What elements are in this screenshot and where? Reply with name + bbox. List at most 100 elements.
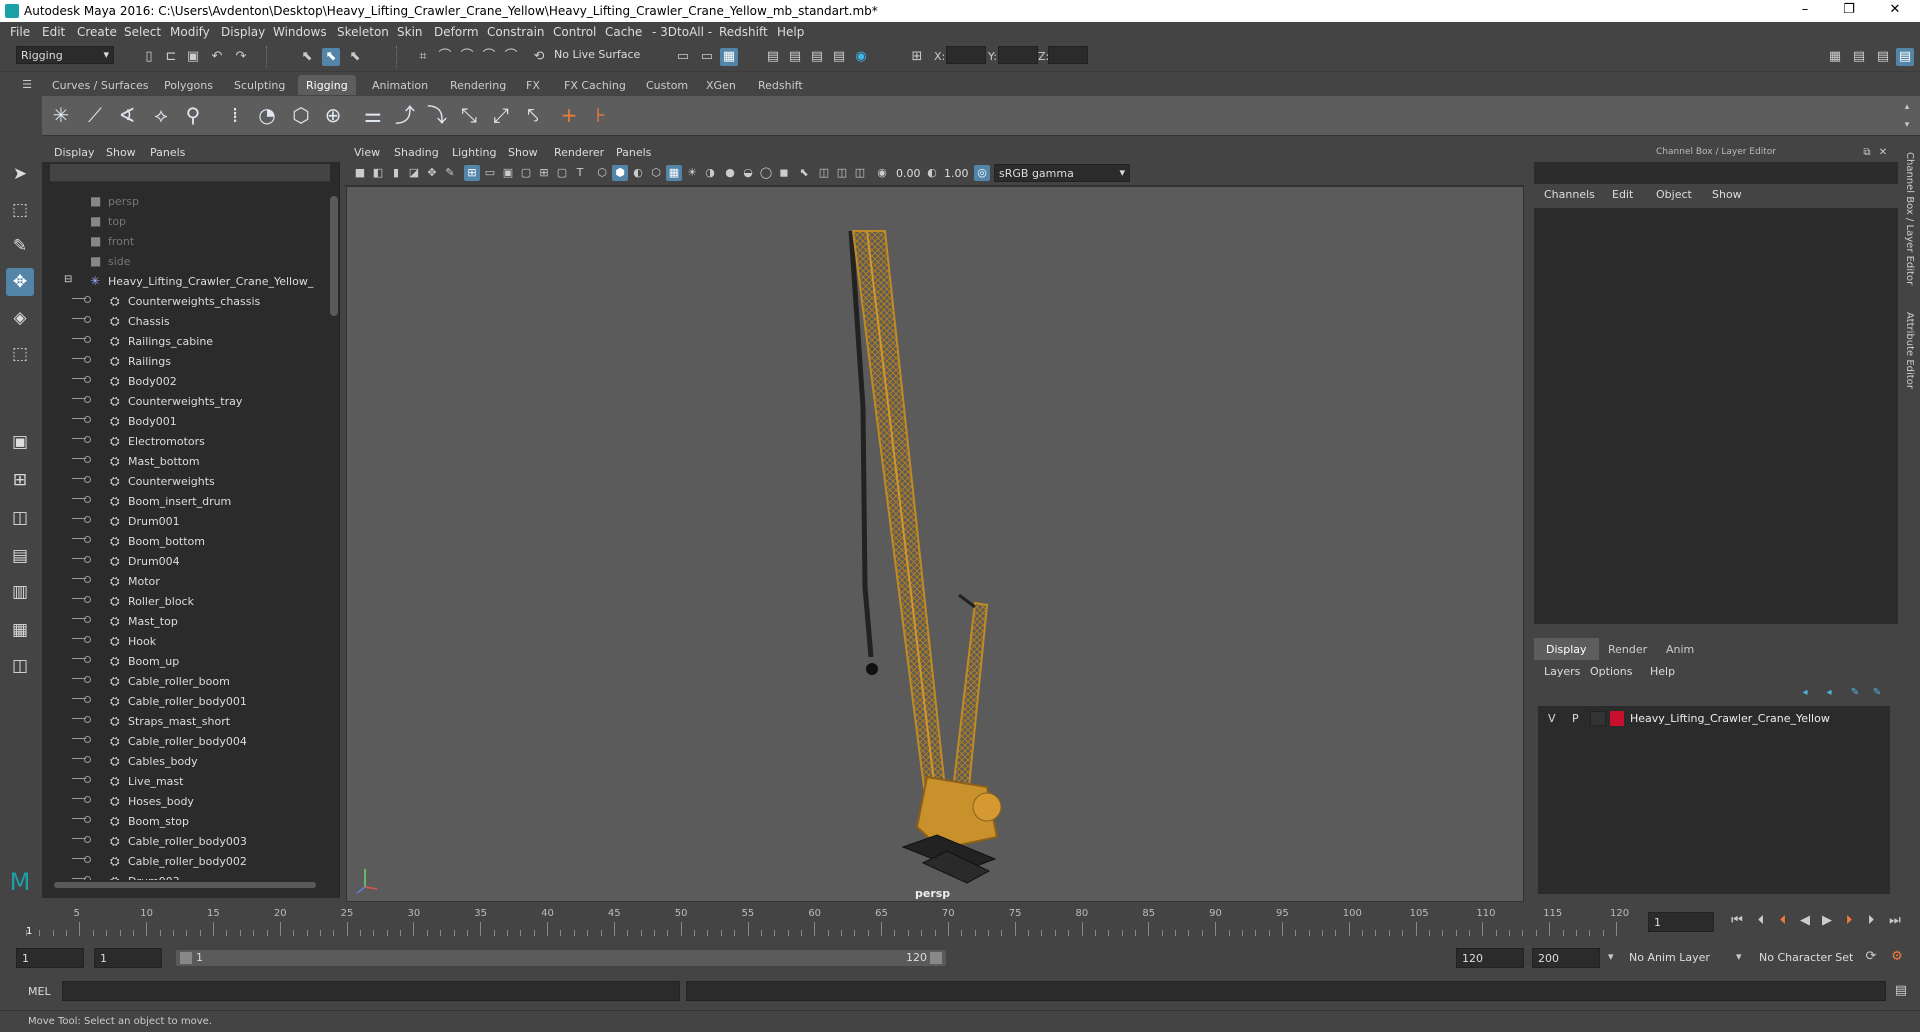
undo-icon[interactable]: ↶ [208, 48, 226, 66]
xray-joints-icon[interactable]: ◫ [834, 165, 850, 181]
render-view-icon[interactable]: ▤ [764, 48, 782, 66]
outliner-scroll-thumb[interactable] [330, 196, 338, 316]
outliner-menu-show[interactable]: Show [106, 146, 136, 159]
play-forwards-icon[interactable]: ▶ [1818, 912, 1836, 930]
menu-create[interactable]: Create [77, 25, 117, 39]
collapse-icon[interactable]: ⊟ [64, 274, 72, 285]
pole-vector-icon[interactable]: ⤣ [518, 100, 548, 130]
textured-icon[interactable]: ▦ [666, 165, 682, 181]
gamma-icon[interactable]: ◐ [924, 165, 940, 181]
humanik-icon[interactable]: ⚲ [178, 100, 208, 130]
anim-layer-dropdown[interactable]: No Anim Layer [1624, 948, 1748, 968]
render-settings-icon[interactable]: ▤ [830, 48, 848, 66]
side-tab-attribute-editor[interactable]: Attribute Editor [1904, 312, 1915, 389]
menu-3dtoall[interactable]: - 3DtoAll - [652, 25, 712, 39]
pin-locator-icon[interactable]: ⊦ [586, 100, 616, 130]
vp-menu-view[interactable]: View [354, 146, 380, 159]
shelf-tab-rigging[interactable]: Rigging [298, 75, 356, 95]
z-field[interactable] [1048, 46, 1088, 64]
custom-layout-icon[interactable]: ◫ [6, 652, 34, 680]
shelf-tab-rendering[interactable]: Rendering [442, 75, 514, 95]
ik-spline-icon[interactable]: ∢ [112, 100, 142, 130]
transform-constraint-icon[interactable]: ⊞ [908, 48, 926, 66]
maya-home-icon[interactable]: M [6, 868, 34, 896]
shelf-tab-curves-surfaces[interactable]: Curves / Surfaces [44, 75, 157, 95]
point-constraint-icon[interactable]: ⤴ [390, 100, 420, 130]
hypershade-icon[interactable]: ◉ [852, 48, 870, 66]
shelf-tab-animation[interactable]: Animation [364, 75, 436, 95]
play-backwards-icon[interactable]: ◀ [1796, 912, 1814, 930]
command-language-toggle[interactable]: MEL [28, 985, 51, 998]
rotate-tool-icon[interactable]: ◈ [6, 304, 34, 332]
vp-menu-show[interactable]: Show [508, 146, 538, 159]
maximize-button[interactable]: ❐ [1834, 2, 1864, 20]
cluster-icon[interactable]: ⊕ [318, 100, 348, 130]
menu-skeleton[interactable]: Skeleton [337, 25, 389, 39]
shelf-tab-fx[interactable]: FX [518, 75, 548, 95]
close-panel-icon[interactable]: ✕ [1874, 144, 1892, 162]
use-default-material-icon[interactable]: ◐ [630, 165, 646, 181]
grease-pencil-icon[interactable]: ✎ [442, 165, 458, 181]
channel-box-icon[interactable]: ▤ [1896, 48, 1914, 66]
lattice-icon[interactable]: ⬡ [286, 100, 316, 130]
color-management-icon[interactable]: ◎ [974, 165, 990, 181]
paint-weights-icon[interactable]: ◔ [252, 100, 282, 130]
menu-select[interactable]: Select [124, 25, 161, 39]
snap-surface-icon[interactable]: ⌒ [502, 48, 520, 66]
command-input[interactable] [62, 981, 680, 1001]
parent-constraint-icon[interactable]: ⚌ [358, 100, 388, 130]
close-button[interactable]: ✕ [1880, 2, 1910, 20]
new-scene-icon[interactable]: ▯ [140, 48, 158, 66]
move-layer-up-icon[interactable]: ◂ [1796, 684, 1814, 702]
current-frame-field[interactable]: 1 [1648, 912, 1714, 932]
live-surface-icon[interactable]: ⟲ [530, 48, 548, 66]
x-field[interactable] [946, 46, 986, 64]
render-frame-icon[interactable]: ▤ [786, 48, 804, 66]
chevron-down-icon[interactable]: ▾ [1608, 950, 1614, 963]
bind-skin-icon[interactable]: ⁞ [220, 100, 250, 130]
shelf-tab-xgen[interactable]: XGen [698, 75, 744, 95]
scale-tool-icon[interactable]: ⬚ [6, 340, 34, 368]
auto-key-icon[interactable]: ⟳ [1862, 948, 1880, 966]
outliner-search-input[interactable] [50, 164, 330, 182]
character-set-dropdown[interactable]: No Character Set [1754, 948, 1860, 968]
xray-icon[interactable]: ◫ [816, 165, 832, 181]
range-start-handle[interactable] [180, 952, 192, 964]
exposure-field[interactable]: 0.00 [896, 167, 921, 180]
menu-modify[interactable]: Modify [170, 25, 210, 39]
tool-settings-icon[interactable]: ▤ [1874, 48, 1892, 66]
input-ops-icon[interactable]: ▭ [698, 48, 716, 66]
orient-constraint-icon[interactable]: ⤵ [422, 100, 452, 130]
modeling-toolkit-icon[interactable]: ▦ [1826, 48, 1844, 66]
playback-start-field[interactable]: 1 [94, 948, 162, 968]
history-icon[interactable]: ▭ [674, 48, 692, 66]
cb-menu-object[interactable]: Object [1656, 188, 1692, 201]
depth-of-field-icon[interactable]: ◼ [776, 165, 792, 181]
y-field[interactable] [998, 46, 1038, 64]
time-ticks[interactable]: 5 10 15 20 25 30 35 40 45 50 55 60 65 70 75 80 85 90 95 100… [26, 908, 1636, 938]
step-forward-key-icon[interactable]: ⏵ [1840, 912, 1858, 930]
outliner-menu-panels[interactable]: Panels [150, 146, 185, 159]
shelf-scroll-down-icon[interactable]: ▾ [1898, 116, 1916, 134]
shelf-tab-sculpting[interactable]: Sculpting [226, 75, 293, 95]
exposure-icon[interactable]: ◉ [874, 165, 890, 181]
four-pane-icon[interactable]: ⊞ [6, 466, 34, 494]
gate-mask-icon[interactable]: ▢ [518, 165, 534, 181]
layer-menu-options[interactable]: Options [1590, 665, 1632, 678]
ipr-render-icon[interactable]: ▤ [808, 48, 826, 66]
layer-menu-layers[interactable]: Layers [1544, 665, 1580, 678]
menu-constrain[interactable]: Constrain [487, 25, 545, 39]
snap-grid-icon[interactable]: ⌗ [414, 48, 432, 66]
script-editor-icon[interactable]: ▤ [1892, 982, 1910, 1000]
wireframe-on-shaded-icon[interactable]: ⬡ [648, 165, 664, 181]
end-time-field[interactable]: 200 [1532, 948, 1600, 968]
multisample-aa-icon[interactable]: ◯ [758, 165, 774, 181]
screen-space-ao-icon[interactable]: ● [722, 165, 738, 181]
xray-components-icon[interactable]: ◫ [852, 165, 868, 181]
menu-cache[interactable]: Cache [605, 25, 642, 39]
insert-joint-icon[interactable]: ⟡ [146, 100, 176, 130]
snap-view-icon[interactable]: ⌒ [480, 48, 498, 66]
motion-blur-icon[interactable]: ◒ [740, 165, 756, 181]
persp-outliner-icon[interactable]: ▦ [6, 616, 34, 644]
view-transform-dropdown[interactable]: sRGB gamma ▾ [994, 164, 1130, 182]
